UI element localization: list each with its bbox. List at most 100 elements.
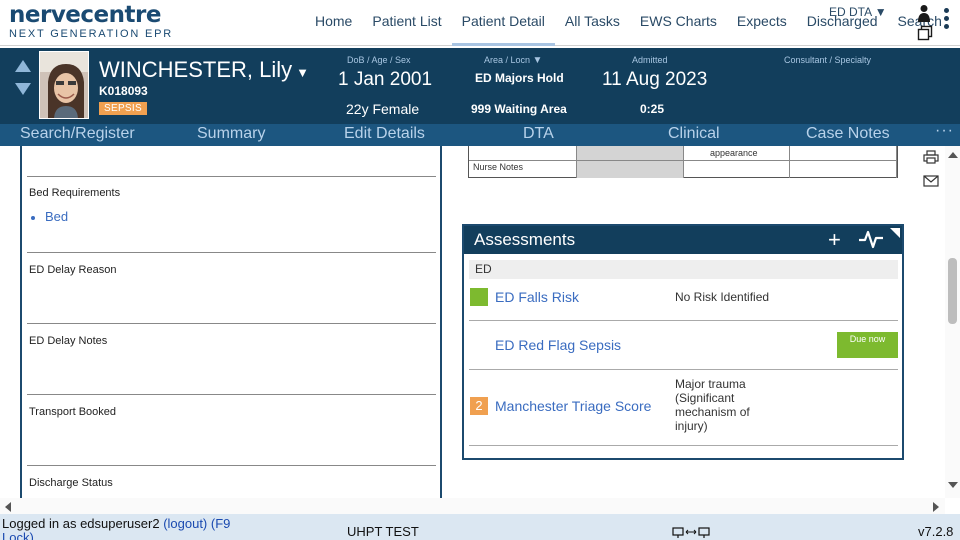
discharge-status-label: Discharge Status [29,477,113,489]
pulse-chart-icon[interactable] [858,229,884,249]
grid-cell [684,161,790,178]
patient-banner: WINCHESTER, Lily ▼ K018093 SEPSIS DoB / A… [0,48,960,124]
menu-case-notes[interactable]: Case Notes [806,125,890,143]
logout-link[interactable]: (logout) [163,516,207,531]
grid-cell [790,161,897,178]
add-assessment-icon[interactable]: + [828,227,841,253]
dob-label: DoB / Age / Sex [347,55,411,65]
grid-cell [469,146,577,161]
more-menu-icon[interactable] [944,8,950,30]
version-label: v7.2.8 [918,524,954,539]
expand-corner-icon[interactable] [890,228,900,238]
grid-cell [577,161,684,178]
ed-delay-reason-label: ED Delay Reason [29,264,117,276]
logo-main-text: nervecentre [9,2,161,28]
dta-form-panel: Bed Requirements Bed ED Delay Reason ED … [20,146,442,498]
scroll-right-icon[interactable] [933,502,939,512]
falls-risk-status-box [470,288,488,306]
bed-requirement-item[interactable]: Bed [31,209,68,224]
grid-cell [577,146,684,161]
admitted-time: 0:25 [640,102,665,116]
assessments-panel: Assessments + ED ED Falls Risk No Risk I… [462,224,904,460]
assessment-row-falls-risk[interactable]: ED Falls Risk No Risk Identified [469,279,898,321]
horizontal-scrollbar[interactable] [0,498,945,514]
discharge-status-section[interactable]: Discharge Status [27,465,436,498]
ed-delay-notes-label: ED Delay Notes [29,335,108,347]
ed-dta-dropdown[interactable]: ED DTA ▼ [829,5,887,19]
area-dropdown-icon[interactable]: ▼ [533,55,543,66]
scroll-down-icon[interactable] [948,482,958,488]
ed-delay-reason-section[interactable]: ED Delay Reason [27,252,436,323]
area-label-text: Area / Locn [484,55,531,65]
bed-requirements-section: Bed Requirements Bed [27,176,436,252]
nav-patient-list[interactable]: Patient List [362,0,451,46]
menu-edit-details[interactable]: Edit Details [344,125,425,143]
transport-booked-label: Transport Booked [29,406,117,418]
patient-menu-caret-icon[interactable]: ▼ [296,65,309,80]
copy-icon[interactable] [917,25,933,41]
grid-cell [790,146,897,161]
locn-value: 999 Waiting Area [471,102,567,116]
vertical-scrollbar[interactable] [945,146,960,498]
scrollbar-thumb[interactable] [948,258,957,324]
triage-score-box: 2 [470,397,488,415]
assessment-group-ed: ED [469,260,898,279]
scroll-up-icon[interactable] [948,152,958,158]
dob-value: 1 Jan 2001 [338,69,433,90]
top-bar: nervecentre NEXT GENERATION EPR Home Pat… [0,0,960,46]
grid-cell-appearance: appearance [684,146,790,161]
scroll-left-icon[interactable] [5,502,11,512]
menu-search-register[interactable]: Search/Register [20,125,135,143]
assessment-status: No Risk Identified [675,290,770,304]
status-bar: Logged in as edsuperuser2 (logout) (F9 L… [0,514,960,540]
assessments-title: Assessments [474,230,576,249]
content-area: Bed Requirements Bed ED Delay Reason ED … [0,146,945,498]
area-value: ED Majors Hold [475,71,564,85]
consultant-label: Consultant / Specialty [784,55,872,65]
dual-screen-icon[interactable] [672,527,710,539]
nav-all-tasks[interactable]: All Tasks [555,0,630,46]
assessment-row-manchester-triage[interactable]: 2 Manchester Triage Score Major trauma (… [469,370,898,446]
assessment-name[interactable]: ED Red Flag Sepsis [495,337,621,353]
admitted-date: 11 Aug 2023 [602,69,708,90]
logged-in-text: Logged in as edsuperuser2 [2,516,160,531]
nurse-notes-cell: Nurse Notes [469,161,577,178]
nav-ews-charts[interactable]: EWS Charts [630,0,727,46]
admitted-label: Admitted [632,55,668,65]
assessment-status: Major trauma (Significant mechanism of i… [675,377,750,433]
menu-more-icon[interactable]: ··· [935,122,954,140]
nav-patient-detail[interactable]: Patient Detail [451,0,555,46]
user-icon[interactable] [918,4,930,22]
assessment-row-red-flag-sepsis[interactable]: ED Red Flag Sepsis Due now [469,321,898,370]
bed-requirements-label: Bed Requirements [29,187,121,199]
appearance-text: appearance [710,148,758,158]
area-label[interactable]: Area / Locn ▼ [484,55,542,66]
ed-delay-notes-section[interactable]: ED Delay Notes [27,323,436,394]
print-icon[interactable] [923,150,939,164]
nervecentre-logo[interactable]: nervecentre NEXT GENERATION EPR [9,3,173,40]
assessments-header: Assessments + [464,226,902,254]
observations-grid: appearance Nurse Notes [468,146,898,178]
menu-dta[interactable]: DTA [523,125,554,143]
due-now-badge[interactable]: Due now [837,332,898,358]
assessment-name[interactable]: Manchester Triage Score [495,398,651,414]
patient-mrn: K018093 [99,84,148,98]
email-icon[interactable] [923,174,939,188]
transport-booked-section[interactable]: Transport Booked [27,394,436,465]
environment-name: UHPT TEST [347,524,419,539]
login-info: Logged in as edsuperuser2 (logout) (F9 L… [2,517,262,540]
logo-sub-text: NEXT GENERATION EPR [9,28,173,40]
sepsis-badge[interactable]: SEPSIS [99,102,147,115]
assessment-name[interactable]: ED Falls Risk [495,289,579,305]
patient-name[interactable]: WINCHESTER, Lily ▼ [99,57,309,83]
patient-photo[interactable] [39,51,89,119]
menu-clinical[interactable]: Clinical [668,125,720,143]
nav-home[interactable]: Home [305,0,362,46]
age-sex-value: 22y Female [346,101,420,117]
patient-menu-bar: Search/Register Summary Edit Details DTA… [0,122,960,146]
menu-summary[interactable]: Summary [197,125,265,143]
patient-photo-image [40,52,88,118]
nav-expects[interactable]: Expects [727,0,797,46]
previous-patient-icon[interactable] [15,60,31,72]
next-patient-icon[interactable] [15,83,31,95]
